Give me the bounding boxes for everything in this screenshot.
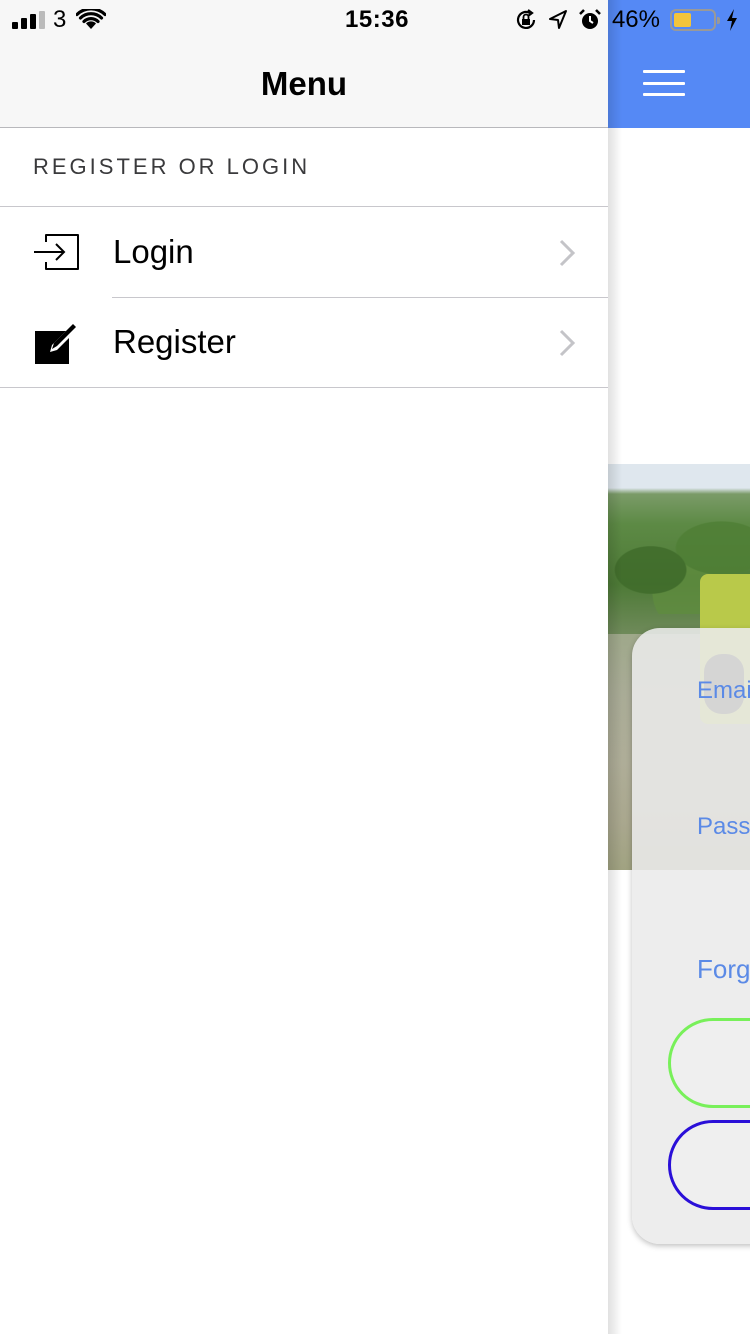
battery-percent: 46% bbox=[611, 6, 660, 33]
alarm-icon bbox=[579, 9, 601, 29]
status-right: 46% bbox=[514, 6, 738, 34]
forgot-password-link[interactable]: Forg bbox=[697, 954, 750, 984]
password-label: Pass bbox=[697, 813, 750, 840]
battery-level bbox=[674, 13, 691, 27]
login-button[interactable] bbox=[668, 1018, 750, 1108]
menu-item-label: Register bbox=[113, 323, 236, 360]
background-login-screen[interactable]: Emai Pass Forg bbox=[608, 0, 750, 1334]
drawer-shadow bbox=[608, 0, 622, 1334]
chevron-right-icon bbox=[559, 329, 576, 357]
menu-item-label: Login bbox=[113, 233, 194, 270]
status-bar: 3 15:36 46% bbox=[0, 0, 750, 40]
login-card: Emai Pass Forg bbox=[632, 628, 750, 1244]
charging-bolt-icon bbox=[727, 9, 737, 31]
menu-title: Menu bbox=[260, 65, 348, 102]
register-button[interactable] bbox=[668, 1120, 750, 1210]
orientation-lock-icon bbox=[516, 9, 536, 29]
hamburger-icon[interactable] bbox=[643, 70, 685, 96]
chevron-right-icon bbox=[559, 239, 576, 267]
side-menu: Menu REGISTER OR LOGIN Login Register bbox=[0, 0, 608, 1334]
edit-pencil-icon bbox=[35, 324, 77, 364]
menu-item-login[interactable]: Login bbox=[0, 207, 608, 297]
location-arrow-icon bbox=[548, 10, 567, 29]
email-label: Emai bbox=[697, 677, 750, 704]
login-arrow-icon bbox=[34, 234, 79, 270]
menu-item-register[interactable]: Register bbox=[0, 297, 608, 387]
battery-icon bbox=[670, 9, 720, 31]
section-label: REGISTER OR LOGIN bbox=[33, 154, 311, 179]
menu-list: Login Register bbox=[0, 206, 608, 388]
